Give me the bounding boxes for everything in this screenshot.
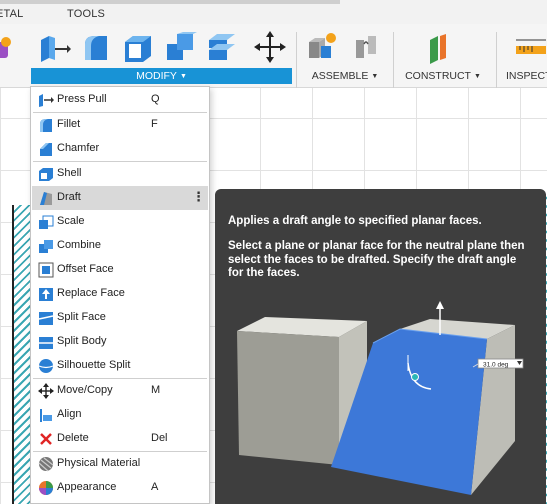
draft-illustration: 31.0 deg [237, 301, 524, 495]
split-face-icon [38, 310, 54, 326]
menu-item-offset-face[interactable]: Offset Face [32, 258, 208, 282]
construct-menu-button[interactable]: CONSTRUCT ▼ [400, 68, 486, 84]
menu-item-align[interactable]: Align [32, 403, 208, 427]
menu-item-physical-material[interactable]: Physical Material [32, 452, 208, 476]
more-options-icon[interactable]: ⋮ [192, 189, 205, 205]
new-component-tool-icon[interactable] [305, 30, 339, 64]
offset-face-tool-icon[interactable] [205, 30, 239, 64]
chevron-down-icon: ▼ [371, 73, 379, 80]
menu-item-combine[interactable]: Combine [32, 234, 208, 258]
shell-tool-icon[interactable] [121, 30, 155, 64]
menu-item-delete[interactable]: Delete Del [32, 427, 208, 451]
combine-icon [38, 238, 54, 254]
menu-item-draft[interactable]: Draft ⋮ [32, 186, 208, 210]
assemble-menu-button[interactable]: ASSEMBLE ▼ [300, 68, 390, 84]
move-copy-icon [38, 383, 54, 399]
shell-icon [38, 166, 54, 182]
fillet-icon [38, 117, 54, 133]
silhouette-split-icon [38, 358, 54, 374]
menu-item-move-copy[interactable]: Move/Copy M [32, 379, 208, 403]
tab-tools[interactable]: TOOLS [67, 8, 105, 20]
measure-tool-icon[interactable] [512, 30, 546, 64]
menu-item-shell[interactable]: Shell [32, 162, 208, 186]
menu-item-appearance[interactable]: Appearance A [32, 476, 208, 500]
menu-item-press-pull[interactable]: Press Pull Q [32, 88, 208, 112]
chamfer-icon [38, 141, 54, 157]
tooltip-description: Select a plane or planar face for the ne… [228, 240, 525, 279]
menu-item-split-face[interactable]: Split Face [32, 306, 208, 330]
menu-item-chamfer[interactable]: Chamfer [32, 137, 208, 161]
press-pull-tool-icon[interactable] [37, 30, 71, 64]
appearance-icon [38, 480, 54, 496]
modify-dropdown-menu: Press Pull Q Fillet F Chamfer Shell Draf… [30, 86, 210, 504]
ribbon-tab-bar: ETAL TOOLS [0, 0, 547, 24]
menu-item-fillet[interactable]: Fillet F [32, 113, 208, 137]
tab-sheet-metal[interactable]: ETAL [0, 8, 24, 20]
joint-tool-icon[interactable] [350, 30, 384, 64]
draft-tooltip: Applies a draft angle to specified plana… [215, 189, 546, 504]
inspect-menu-button[interactable]: INSPECT [503, 68, 547, 84]
modify-menu-button[interactable]: MODIFY ▼ [31, 68, 292, 84]
replace-face-icon [38, 286, 54, 302]
delete-icon [38, 431, 54, 447]
split-body-icon [38, 334, 54, 350]
draft-icon [38, 190, 54, 206]
press-pull-icon [38, 92, 54, 108]
chevron-down-icon: ▼ [473, 73, 481, 80]
align-icon [38, 407, 54, 423]
physical-material-icon [38, 456, 54, 472]
create-form-icon[interactable] [0, 30, 16, 64]
offset-face-icon [38, 262, 54, 278]
combine-tool-icon[interactable] [163, 30, 197, 64]
menu-item-split-body[interactable]: Split Body [32, 330, 208, 354]
offset-plane-tool-icon[interactable] [424, 30, 458, 64]
tooltip-title: Applies a draft angle to specified plana… [228, 215, 482, 227]
fillet-tool-icon[interactable] [79, 30, 113, 64]
menu-item-replace-face[interactable]: Replace Face [32, 282, 208, 306]
scale-icon [38, 214, 54, 230]
move-copy-tool-icon[interactable] [253, 30, 287, 64]
ribbon-toolbar: MODIFY ▼ ASSEMBLE ▼ CONSTRUCT ▼ INSPECT [0, 24, 547, 88]
chevron-down-icon: ▼ [179, 73, 187, 80]
draft-angle-value: 31.0 deg [483, 362, 509, 369]
section-hatch-left [12, 205, 32, 504]
menu-item-silhouette-split[interactable]: Silhouette Split [32, 354, 208, 378]
menu-item-scale[interactable]: Scale [32, 210, 208, 234]
